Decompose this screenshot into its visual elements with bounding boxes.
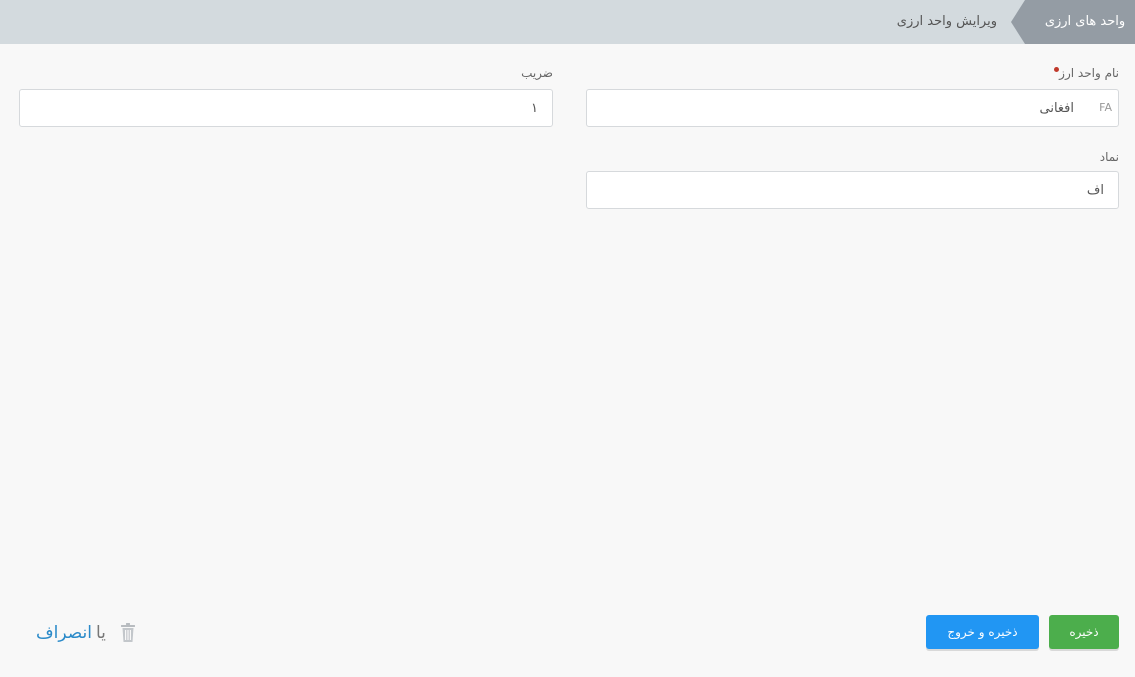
multiplier-label: ضریب	[521, 66, 553, 80]
symbol-field	[586, 171, 1119, 209]
save-and-exit-button[interactable]: ذخیره و خروج	[926, 615, 1039, 649]
footer-secondary-actions: انصراف یا	[36, 618, 136, 648]
currency-name-field: FA	[586, 89, 1119, 127]
breadcrumb: واحد های ارزی ویرایش واحد ارزی	[0, 0, 1135, 44]
currency-name-label-wrap: نام واحد ارز	[1051, 66, 1119, 80]
language-tag: FA	[1099, 101, 1112, 114]
trash-icon[interactable]	[120, 623, 136, 643]
multiplier-input[interactable]	[20, 90, 552, 126]
cancel-link[interactable]: انصراف	[36, 623, 92, 643]
multiplier-field	[19, 89, 553, 127]
breadcrumb-current: ویرایش واحد ارزی	[896, 14, 997, 29]
symbol-label: نماد	[1099, 150, 1119, 164]
edit-currency-page: واحد های ارزی ویرایش واحد ارزی نام واحد …	[0, 0, 1135, 677]
or-text: یا	[95, 623, 106, 643]
symbol-input[interactable]	[587, 172, 1118, 208]
currency-name-label: نام واحد ارز	[1059, 66, 1119, 80]
breadcrumb-arrow-icon	[1011, 0, 1025, 44]
currency-name-input[interactable]	[587, 90, 1118, 126]
save-button[interactable]: ذخیره	[1049, 615, 1119, 649]
breadcrumb-root-link[interactable]: واحد های ارزی	[1025, 0, 1135, 44]
